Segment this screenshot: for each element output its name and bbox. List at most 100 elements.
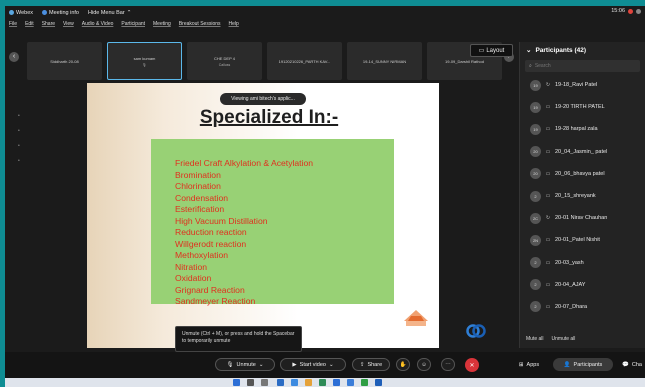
menu-help[interactable]: Help	[229, 21, 239, 27]
participant-row[interactable]: 2 ▭ 20_15_shreyank	[520, 185, 645, 207]
participant-tile[interactable]: 19-14_SUNNY NIRMAN	[347, 42, 422, 80]
tool-dot-icon[interactable]: •	[18, 143, 20, 149]
webex-logo-icon	[9, 10, 14, 15]
topic-item: Grignard Reaction	[175, 284, 245, 295]
menu-meeting[interactable]: Meeting	[153, 21, 171, 27]
people-icon: 👤	[563, 361, 571, 368]
title-right: 15:06	[611, 8, 641, 14]
avatar: 19	[530, 123, 541, 135]
search-icon[interactable]	[247, 379, 254, 386]
menu-bar: File Edit Share View Audio & Video Parti…	[5, 19, 645, 29]
menu-share[interactable]: Share	[42, 21, 55, 27]
app-icon[interactable]	[333, 379, 340, 386]
device-icon: ▭	[545, 281, 551, 288]
tool-dot-icon[interactable]: •	[18, 128, 20, 134]
menu-audio-video[interactable]: Audio & Video	[82, 21, 114, 27]
reactions-button[interactable]: ☺	[417, 358, 431, 371]
participant-search: ⌕	[525, 60, 640, 72]
menu-edit[interactable]: Edit	[25, 21, 34, 27]
topic-item: Willgerodt reaction	[175, 238, 247, 249]
topic-item: Esterification	[175, 204, 225, 214]
participant-row[interactable]: 2 ▭ 20-04_AJAY	[520, 274, 645, 296]
window-controls-icon[interactable]	[636, 8, 641, 14]
chevron-down-icon: ⌄	[328, 361, 334, 368]
participant-tile[interactable]: 19120210226_PARTH KAV...	[267, 42, 342, 80]
recording-icon	[628, 8, 633, 14]
smiley-icon: ☺	[421, 361, 427, 368]
avatar: 20	[530, 146, 541, 158]
participant-row[interactable]: 2N ▭ 20-01_Patel Nishit	[520, 229, 645, 251]
menu-breakout-sessions[interactable]: Breakout Sessions	[179, 21, 221, 27]
chevron-down-icon: ⌄	[258, 361, 264, 368]
slide-title: Specialized In:-	[199, 107, 339, 128]
viewing-indicator[interactable]: Viewing ami bitech's applic...	[220, 93, 306, 105]
participant-row[interactable]: 19 ▭ 19-20 TIRTH PATEL	[520, 96, 645, 118]
device-icon: ▭	[545, 193, 551, 200]
task-view-icon[interactable]	[261, 379, 268, 386]
company-logo-icon	[404, 310, 428, 326]
topic-item: Bromination	[175, 169, 221, 180]
search-icon: ⌕	[529, 63, 532, 69]
browser-icon[interactable]	[347, 379, 354, 386]
participant-tile[interactable]: Siddharth 20-08	[27, 42, 102, 80]
participant-row[interactable]: 2 ▭ 20-07_Dhara	[520, 296, 645, 318]
avatar: 19	[530, 101, 541, 113]
status-icon: ↻	[545, 82, 551, 89]
device-icon: ▭	[545, 104, 551, 111]
search-input[interactable]	[534, 63, 635, 69]
share-button[interactable]: ⇪ Share	[352, 358, 390, 371]
mute-all-button[interactable]: Mute all	[526, 336, 544, 342]
app-icon[interactable]	[291, 379, 298, 386]
menu-view[interactable]: View	[63, 21, 74, 27]
participant-list: 19 ↻ 19-18_Ravi Patel 19 ▭ 19-20 TIRTH PATEL…	[520, 74, 645, 318]
tool-dot-icon[interactable]: •	[18, 113, 20, 119]
participant-row[interactable]: 2C ↻ 20-01 Nirav Chauhan	[520, 207, 645, 229]
start-icon[interactable]	[233, 379, 240, 386]
chat-icon: 💬	[622, 361, 629, 368]
menu-participant[interactable]: Participant	[121, 21, 145, 27]
apps-button[interactable]: ⊞ Apps	[513, 358, 545, 371]
hide-menu-bar-button[interactable]: Hide Menu Bar ⌃	[88, 10, 131, 16]
more-options-button[interactable]: ⋯	[441, 358, 455, 371]
topic-item: Sandmeyer Reaction	[175, 296, 256, 306]
device-icon: ▭	[545, 126, 551, 133]
device-icon: ▭	[545, 259, 551, 266]
participants-header[interactable]: ⌄ Participants (42)	[520, 42, 645, 58]
video-thumbnail-strip: ‹ Siddharth 20-08 sam kumam 🎙 CHE DEP 4 …	[5, 32, 517, 80]
scroll-left-button[interactable]: ‹	[9, 52, 19, 62]
participant-tile[interactable]: CHE DEP 4 Calluss	[187, 42, 262, 80]
leave-meeting-button[interactable]: ✕	[465, 358, 479, 372]
layout-button[interactable]: ▭ Layout	[470, 44, 513, 57]
participant-tile-active[interactable]: sam kumam 🎙	[107, 42, 182, 80]
avatar: 2N	[530, 234, 541, 246]
topics-list: Friedel Craft Alkylation & Acetylation B…	[175, 158, 313, 308]
webex-icon[interactable]	[375, 379, 382, 386]
tool-dot-icon[interactable]: •	[18, 158, 20, 164]
folder-icon[interactable]	[305, 379, 312, 386]
unmute-button[interactable]: 🎙 Unmute ⌄	[215, 358, 275, 371]
start-video-button[interactable]: ▶ Start video ⌄	[280, 358, 346, 371]
chat-button[interactable]: 💬 Cha	[619, 358, 645, 371]
participants-footer: Mute all Unmute all	[520, 336, 645, 342]
topic-item: Condensation	[175, 192, 229, 203]
participants-button[interactable]: 👤 Participants	[553, 358, 613, 371]
camera-icon: ▶	[292, 361, 297, 368]
app-icon[interactable]	[361, 379, 368, 386]
meeting-info-button[interactable]: Meeting info	[42, 10, 79, 16]
participant-row[interactable]: 20 ▭ 20_06_bhavya patel	[520, 163, 645, 185]
unmute-all-button[interactable]: Unmute all	[552, 336, 576, 342]
avatar: 19	[530, 79, 541, 91]
participant-row[interactable]: 20 ▭ 20_04_Jasmin_ patel	[520, 141, 645, 163]
raise-hand-button[interactable]: ✋	[396, 358, 410, 371]
avatar: 2	[530, 257, 541, 269]
app-icon[interactable]	[277, 379, 284, 386]
menu-file[interactable]: File	[9, 21, 17, 27]
participant-row[interactable]: 19 ▭ 19-28 harpal zala	[520, 118, 645, 140]
app-icon[interactable]	[319, 379, 326, 386]
participant-row[interactable]: 19 ↻ 19-18_Ravi Patel	[520, 74, 645, 96]
shared-slide: Viewing ami bitech's applic... Specializ…	[87, 83, 439, 348]
topic-item: Friedel Craft Alkylation & Acetylation	[175, 158, 314, 168]
more-icon: ⋯	[445, 361, 451, 368]
participant-row[interactable]: 2 ▭ 20-03_yash	[520, 252, 645, 274]
app-name: Webex	[9, 10, 33, 16]
